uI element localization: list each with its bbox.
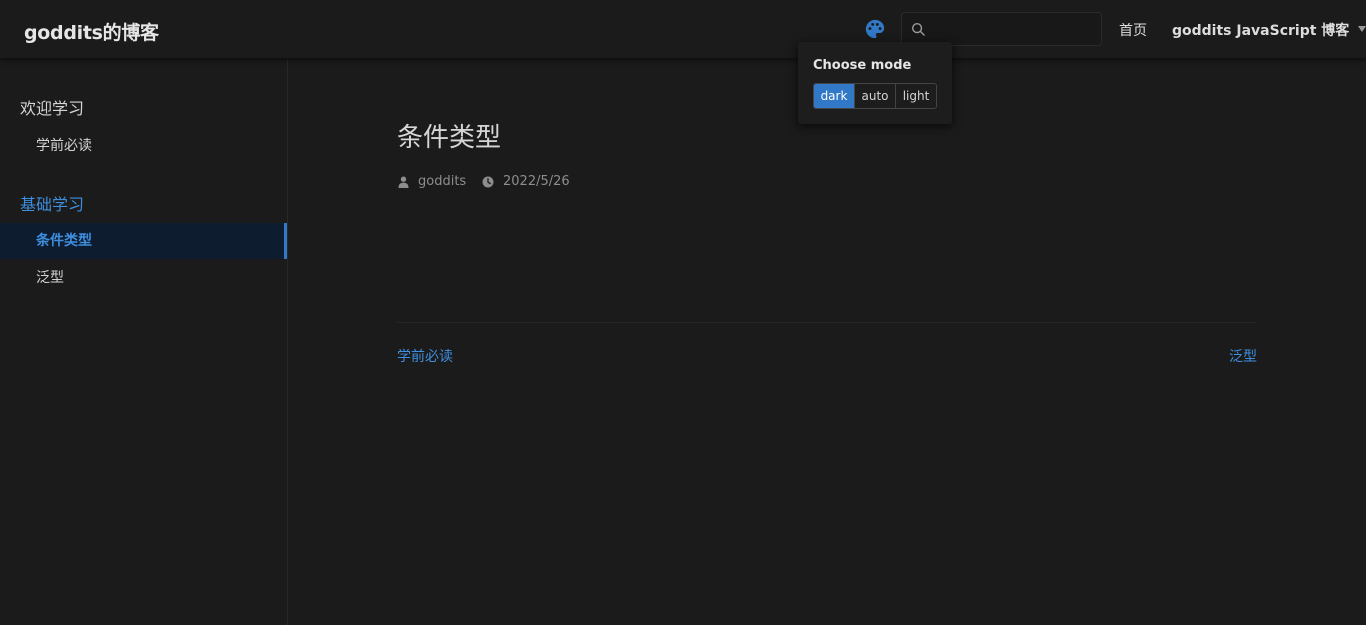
nav-dropdown-label: goddits JavaScript 博客 [1172, 23, 1350, 39]
palette-icon[interactable] [864, 18, 886, 40]
sidebar-group-basics[interactable]: 基础学习 [20, 191, 84, 215]
sidebar-item-prerequisites[interactable]: 学前必读 [0, 128, 287, 164]
mode-auto-button[interactable]: auto [854, 84, 895, 108]
clock-icon [482, 176, 494, 187]
page-date: 2022/5/26 [482, 174, 570, 189]
prev-page-link[interactable]: 学前必读 [397, 346, 453, 366]
nav-link-home[interactable]: 首页 [1119, 20, 1147, 40]
next-page-link[interactable]: 泛型 [1229, 346, 1257, 366]
search-input[interactable] [932, 15, 1098, 43]
page-title: 条件类型 [397, 123, 502, 153]
page-author: goddits [398, 174, 466, 189]
content-divider [397, 322, 1257, 323]
date-value: 2022/5/26 [503, 174, 570, 189]
search-icon [911, 22, 925, 36]
mode-dark-button[interactable]: dark [814, 84, 854, 108]
mode-popover: Choose mode dark auto light [798, 42, 952, 124]
search-box[interactable] [901, 12, 1102, 46]
mode-light-button[interactable]: light [895, 84, 936, 108]
mode-popover-title: Choose mode [813, 58, 912, 73]
sidebar-item-conditional-types[interactable]: 条件类型 [0, 223, 287, 259]
sidebar-item-generics[interactable]: 泛型 [0, 260, 287, 296]
site-name[interactable]: goddits的博客 [24, 18, 159, 45]
sidebar: 欢迎学习 学前必读 基础学习 条件类型 泛型 [0, 59, 288, 625]
author-name: goddits [418, 174, 467, 189]
nav-dropdown-blog[interactable]: goddits JavaScript 博客 [1172, 20, 1366, 40]
caret-down-icon [1358, 26, 1366, 32]
navbar: goddits的博客 首页 goddits JavaScript 博客 [0, 0, 1366, 59]
sidebar-group-welcome[interactable]: 欢迎学习 [20, 95, 84, 119]
mode-button-group: dark auto light [813, 83, 937, 109]
user-icon [398, 176, 409, 188]
